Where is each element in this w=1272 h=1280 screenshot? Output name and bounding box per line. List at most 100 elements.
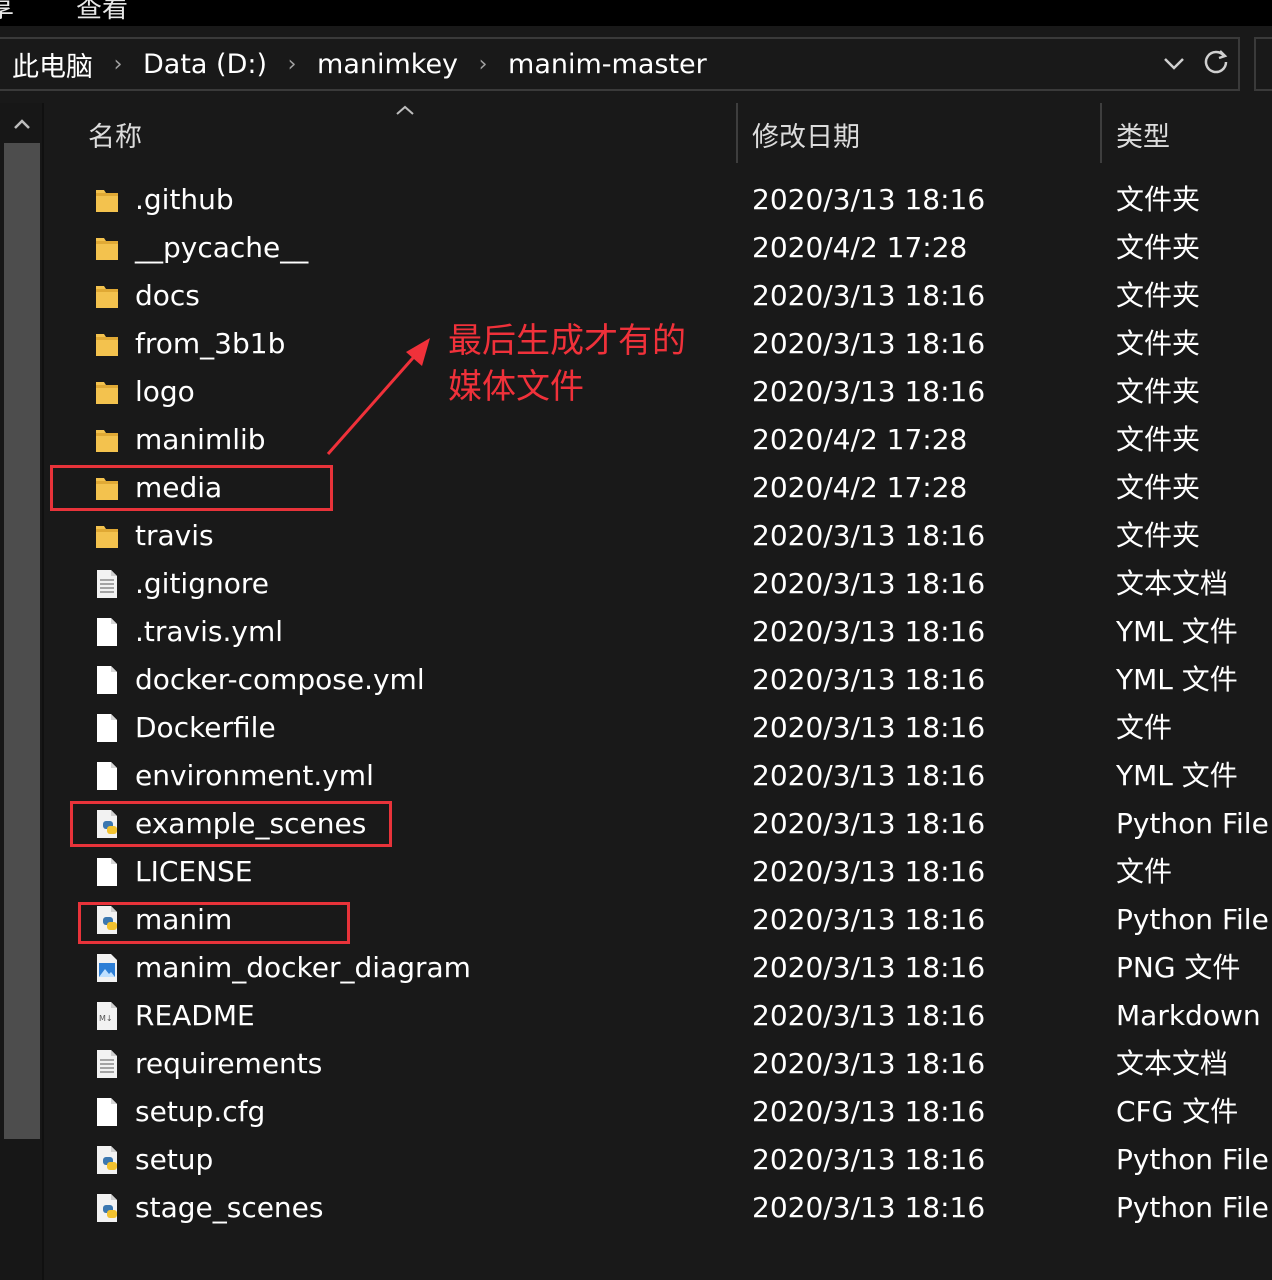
- chevron-down-icon[interactable]: [1154, 52, 1194, 77]
- file-type: Python File: [1116, 1191, 1269, 1224]
- svg-text:M↓: M↓: [99, 1014, 113, 1023]
- column-header-name[interactable]: 名称: [88, 105, 142, 163]
- ribbon-tab-share[interactable]: 享: [0, 0, 14, 25]
- file-name: setup.cfg: [135, 1095, 266, 1128]
- folder-icon: [94, 424, 120, 456]
- file-name: media: [135, 471, 223, 504]
- sort-ascending-icon: [396, 96, 414, 120]
- address-bar[interactable]: 此电脑 › Data (D:) › manimkey › manim-maste…: [0, 37, 1240, 91]
- file-type: 文件: [1116, 711, 1173, 744]
- file-row[interactable]: manim 2020/3/13 18:16 Python File: [0, 896, 1272, 944]
- markdown-file-icon: M↓: [94, 1000, 120, 1032]
- file-name: setup: [135, 1143, 214, 1176]
- file-name: manim: [135, 903, 233, 936]
- file-type: 文件夹: [1116, 423, 1201, 456]
- image-file-icon: [94, 952, 120, 984]
- file-icon: [94, 856, 120, 888]
- file-row[interactable]: manimlib 2020/4/2 17:28 文件夹: [0, 416, 1272, 464]
- file-modified-date: 2020/3/13 18:16: [752, 1143, 986, 1176]
- ribbon-strip: 享 查看: [0, 0, 1272, 26]
- file-type: YML 文件: [1116, 663, 1238, 696]
- file-type: 文件夹: [1116, 183, 1201, 216]
- file-modified-date: 2020/3/13 18:16: [752, 1047, 986, 1080]
- column-separator[interactable]: [736, 103, 738, 163]
- file-type: YML 文件: [1116, 615, 1238, 648]
- breadcrumb-data-drive[interactable]: Data (D:): [141, 49, 269, 80]
- file-modified-date: 2020/3/13 18:16: [752, 999, 986, 1032]
- annotation-line-2: 媒体文件: [448, 367, 584, 407]
- python-file-icon: [94, 1144, 120, 1176]
- file-row[interactable]: .github 2020/3/13 18:16 文件夹: [0, 176, 1272, 224]
- ribbon-tab-view[interactable]: 查看: [76, 0, 128, 25]
- file-icon: [94, 760, 120, 792]
- scroll-up-icon[interactable]: [0, 103, 44, 143]
- file-modified-date: 2020/3/13 18:16: [752, 951, 986, 984]
- file-row[interactable]: setup.cfg 2020/3/13 18:16 CFG 文件: [0, 1088, 1272, 1136]
- file-name: example_scenes: [135, 807, 367, 840]
- file-modified-date: 2020/3/13 18:16: [752, 1095, 986, 1128]
- file-row[interactable]: stage_scenes 2020/3/13 18:16 Python File: [0, 1184, 1272, 1232]
- file-row[interactable]: docs 2020/3/13 18:16 文件夹: [0, 272, 1272, 320]
- file-name: manimlib: [135, 423, 266, 456]
- file-name: .github: [135, 183, 234, 216]
- file-row[interactable]: requirements 2020/3/13 18:16 文本文档: [0, 1040, 1272, 1088]
- file-name: __pycache__: [135, 231, 309, 264]
- refresh-icon[interactable]: [1194, 48, 1238, 81]
- file-type: 文件: [1116, 855, 1173, 888]
- file-type: 文件夹: [1116, 519, 1201, 552]
- file-type: Python File: [1116, 903, 1269, 936]
- file-type: Markdown File: [1116, 999, 1272, 1032]
- file-row[interactable]: __pycache__ 2020/4/2 17:28 文件夹: [0, 224, 1272, 272]
- file-row[interactable]: .travis.yml 2020/3/13 18:16 YML 文件: [0, 608, 1272, 656]
- breadcrumb-separator-icon[interactable]: ›: [95, 52, 141, 77]
- file-type: YML 文件: [1116, 759, 1238, 792]
- column-header-date[interactable]: 修改日期: [752, 105, 860, 163]
- file-icon: [94, 1096, 120, 1128]
- folder-icon: [94, 376, 120, 408]
- file-type: 文件夹: [1116, 327, 1201, 360]
- file-type: Python File: [1116, 1143, 1269, 1176]
- breadcrumb-separator-icon[interactable]: ›: [460, 52, 506, 77]
- file-modified-date: 2020/3/13 18:16: [752, 663, 986, 696]
- file-modified-date: 2020/3/13 18:16: [752, 855, 986, 888]
- file-name: docker-compose.yml: [135, 663, 425, 696]
- file-row[interactable]: LICENSE 2020/3/13 18:16 文件: [0, 848, 1272, 896]
- file-row[interactable]: setup 2020/3/13 18:16 Python File: [0, 1136, 1272, 1184]
- search-box[interactable]: [1254, 37, 1272, 91]
- file-row[interactable]: example_scenes 2020/3/13 18:16 Python File: [0, 800, 1272, 848]
- file-modified-date: 2020/3/13 18:16: [752, 711, 986, 744]
- column-separator[interactable]: [1100, 103, 1102, 163]
- file-type: 文件夹: [1116, 375, 1201, 408]
- file-type: 文本文档: [1116, 567, 1229, 600]
- folder-icon: [94, 280, 120, 312]
- file-modified-date: 2020/3/13 18:16: [752, 903, 986, 936]
- file-icon: [94, 712, 120, 744]
- file-row[interactable]: docker-compose.yml 2020/3/13 18:16 YML 文件: [0, 656, 1272, 704]
- breadcrumb: 此电脑 › Data (D:) › manimkey › manim-maste…: [10, 39, 709, 89]
- file-type: 文本文档: [1116, 1047, 1229, 1080]
- file-row[interactable]: Dockerfile 2020/3/13 18:16 文件: [0, 704, 1272, 752]
- file-modified-date: 2020/4/2 17:28: [752, 423, 968, 456]
- file-type: PNG 文件: [1116, 951, 1241, 984]
- folder-icon: [94, 328, 120, 360]
- breadcrumb-manimkey[interactable]: manimkey: [315, 49, 460, 80]
- file-row[interactable]: media 2020/4/2 17:28 文件夹: [0, 464, 1272, 512]
- file-name: environment.yml: [135, 759, 374, 792]
- file-name: docs: [135, 279, 200, 312]
- file-row[interactable]: M↓ README 2020/3/13 18:16 Markdown File: [0, 992, 1272, 1040]
- annotation-line-1: 最后生成才有的: [448, 321, 686, 361]
- file-name: .gitignore: [135, 567, 269, 600]
- file-row[interactable]: manim_docker_diagram 2020/3/13 18:16 PNG 文…: [0, 944, 1272, 992]
- breadcrumb-manim-master[interactable]: manim-master: [506, 49, 709, 80]
- breadcrumb-separator-icon[interactable]: ›: [269, 52, 315, 77]
- column-header-type[interactable]: 类型: [1116, 105, 1170, 163]
- file-row[interactable]: .gitignore 2020/3/13 18:16 文本文档: [0, 560, 1272, 608]
- file-row[interactable]: travis 2020/3/13 18:16 文件夹: [0, 512, 1272, 560]
- breadcrumb-this-pc[interactable]: 此电脑: [10, 45, 95, 84]
- text-file-icon: [94, 1048, 120, 1080]
- file-modified-date: 2020/4/2 17:28: [752, 231, 968, 264]
- file-row[interactable]: environment.yml 2020/3/13 18:16 YML 文件: [0, 752, 1272, 800]
- file-name: .travis.yml: [135, 615, 284, 648]
- file-name: logo: [135, 375, 195, 408]
- file-name: stage_scenes: [135, 1191, 324, 1224]
